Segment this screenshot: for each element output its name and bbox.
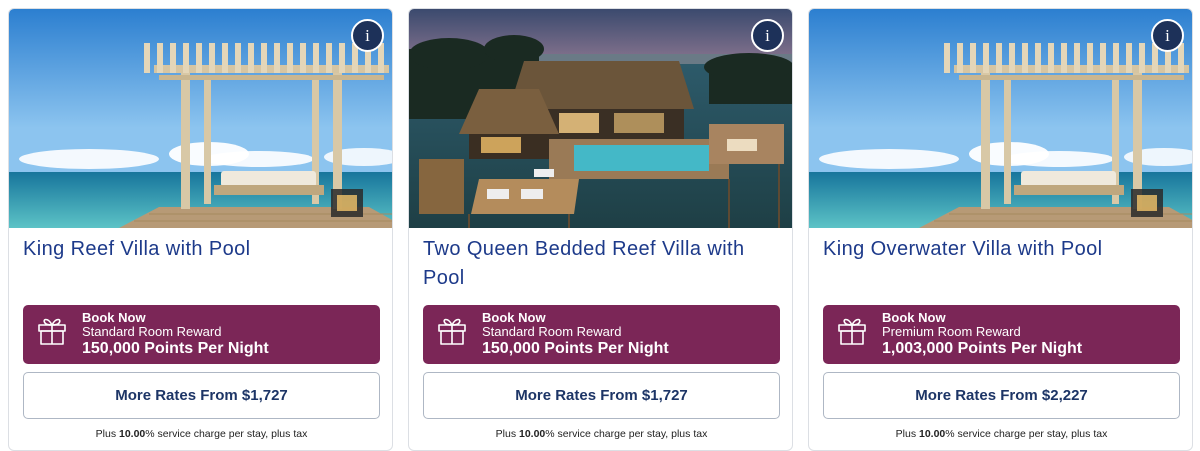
footnote-prefix: Plus — [95, 428, 119, 440]
reward-book-now: Book Now — [482, 310, 546, 325]
footnote-suffix: % service charge per stay, plus tax — [145, 428, 308, 440]
service-charge-note: Plus 10.00% service charge per stay, plu… — [9, 428, 392, 440]
footnote-suffix: % service charge per stay, plus tax — [945, 428, 1108, 440]
footnote-prefix: Plus — [895, 428, 919, 440]
gift-icon — [836, 314, 868, 346]
reward-points: 150,000 Points Per Night — [82, 340, 269, 357]
room-card: i King Overwater Villa with Pool Book No… — [808, 8, 1193, 451]
info-icon[interactable]: i — [351, 19, 384, 52]
reward-book-now: Book Now — [882, 310, 946, 325]
more-rates-button[interactable]: More Rates From $2,227 — [823, 372, 1180, 419]
service-charge-rate: 10.00 — [519, 428, 546, 440]
room-photo[interactable] — [809, 9, 1192, 228]
reward-text: Book Now Standard Room Reward 150,000 Po… — [82, 311, 269, 358]
book-now-reward-button[interactable]: Book Now Standard Room Reward 150,000 Po… — [423, 305, 780, 364]
gift-icon — [436, 314, 468, 346]
service-charge-rate: 10.00 — [119, 428, 146, 440]
more-rates-button[interactable]: More Rates From $1,727 — [423, 372, 780, 419]
book-now-reward-button[interactable]: Book Now Standard Room Reward 150,000 Po… — [23, 305, 380, 364]
reward-text: Book Now Standard Room Reward 150,000 Po… — [482, 311, 669, 358]
room-title: King Overwater Villa with Pool — [823, 238, 1103, 260]
pergola-ocean-photo — [9, 9, 392, 228]
footnote-suffix: % service charge per stay, plus tax — [545, 428, 708, 440]
room-photo[interactable] — [409, 9, 792, 228]
more-rates-button[interactable]: More Rates From $1,727 — [23, 372, 380, 419]
reward-book-now: Book Now — [82, 310, 146, 325]
reward-type: Standard Room Reward — [82, 324, 222, 339]
info-icon[interactable]: i — [751, 19, 784, 52]
info-icon[interactable]: i — [1151, 19, 1184, 52]
room-title: King Reef Villa with Pool — [23, 238, 251, 260]
room-title: Two Queen Bedded Reef Villa with Pool — [423, 238, 745, 289]
service-charge-rate: 10.00 — [919, 428, 946, 440]
room-card: i King Reef Villa with Pool Book Now Sta… — [8, 8, 393, 451]
gift-icon — [36, 314, 68, 346]
overwater-villa-pool-photo — [409, 9, 792, 228]
reward-type: Premium Room Reward — [882, 324, 1021, 339]
reward-points: 1,003,000 Points Per Night — [882, 340, 1083, 357]
room-card: i Two Queen Bedded Reef Villa with Pool … — [408, 8, 793, 451]
reward-text: Book Now Premium Room Reward 1,003,000 P… — [882, 311, 1082, 358]
service-charge-note: Plus 10.00% service charge per stay, plu… — [409, 428, 792, 440]
reward-points: 150,000 Points Per Night — [482, 340, 669, 357]
footnote-prefix: Plus — [495, 428, 519, 440]
book-now-reward-button[interactable]: Book Now Premium Room Reward 1,003,000 P… — [823, 305, 1180, 364]
room-cards-row: i King Reef Villa with Pool Book Now Sta… — [0, 0, 1200, 451]
room-photo[interactable] — [9, 9, 392, 228]
pergola-ocean-photo — [809, 9, 1192, 228]
service-charge-note: Plus 10.00% service charge per stay, plu… — [809, 428, 1192, 440]
reward-type: Standard Room Reward — [482, 324, 622, 339]
